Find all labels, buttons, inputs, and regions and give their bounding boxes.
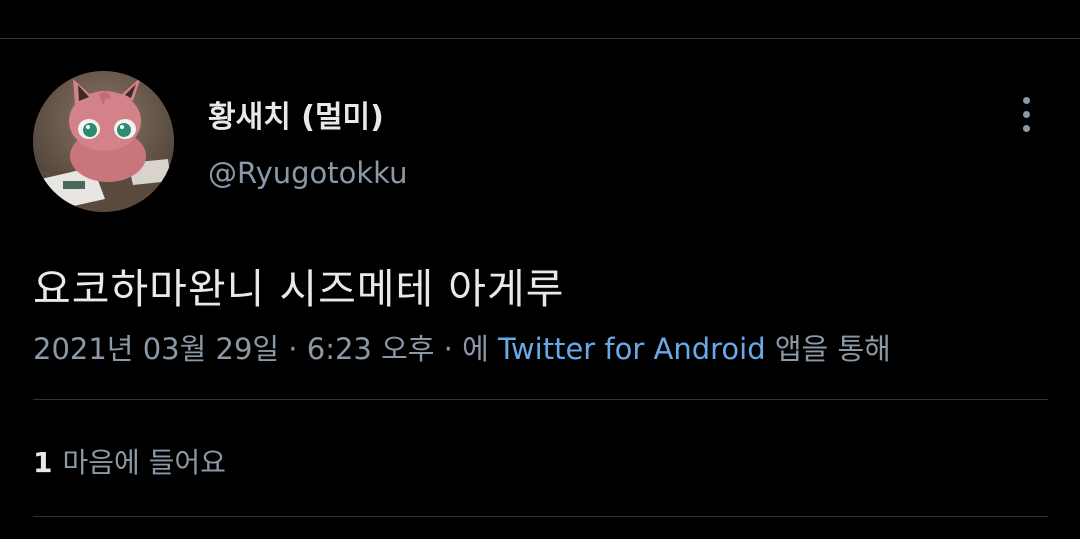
via-suffix: 앱을 통해 bbox=[765, 332, 891, 366]
author-display-name[interactable]: 황새치 (멀미) bbox=[208, 92, 384, 136]
likes-stat[interactable]: 1 마음에 들어요 bbox=[33, 441, 226, 481]
divider bbox=[33, 399, 1048, 400]
likes-label: 마음에 들어요 bbox=[62, 446, 226, 479]
likes-count: 1 bbox=[33, 446, 53, 479]
via-prefix: 에 bbox=[462, 332, 499, 366]
more-options-button[interactable] bbox=[1010, 94, 1044, 134]
meta-separator: · bbox=[434, 332, 463, 366]
divider bbox=[33, 516, 1048, 517]
tweet-text: 요코하마완니 시즈메테 아게루 bbox=[33, 265, 565, 313]
avatar-image bbox=[33, 71, 174, 212]
meta-separator: · bbox=[279, 332, 307, 366]
author-handle[interactable]: @Ryugotokku bbox=[208, 156, 407, 190]
source-app-link[interactable]: Twitter for Android bbox=[498, 332, 766, 366]
tweet-time[interactable]: 6:23 오후 bbox=[307, 332, 435, 366]
tweet-meta: 2021년 03월 29일 · 6:23 오후 · 에 Twitter for … bbox=[33, 326, 891, 368]
top-divider bbox=[0, 38, 1080, 39]
tweet-date[interactable]: 2021년 03월 29일 bbox=[33, 332, 279, 366]
avatar[interactable] bbox=[33, 71, 174, 212]
